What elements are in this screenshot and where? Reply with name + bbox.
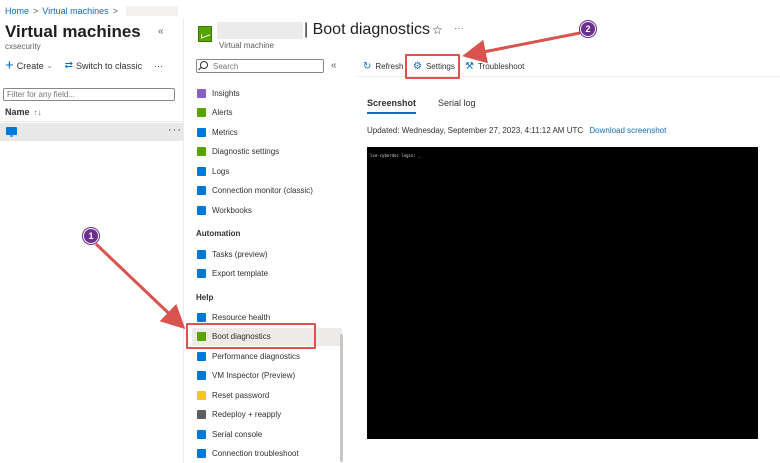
callout-badge-one: 1 (83, 228, 99, 244)
callout-badge-two: 2 (580, 21, 596, 37)
arrow-to-settings (462, 31, 581, 64)
arrow-to-boot-diagnostics (94, 242, 186, 330)
annotation-arrows (94, 31, 581, 330)
